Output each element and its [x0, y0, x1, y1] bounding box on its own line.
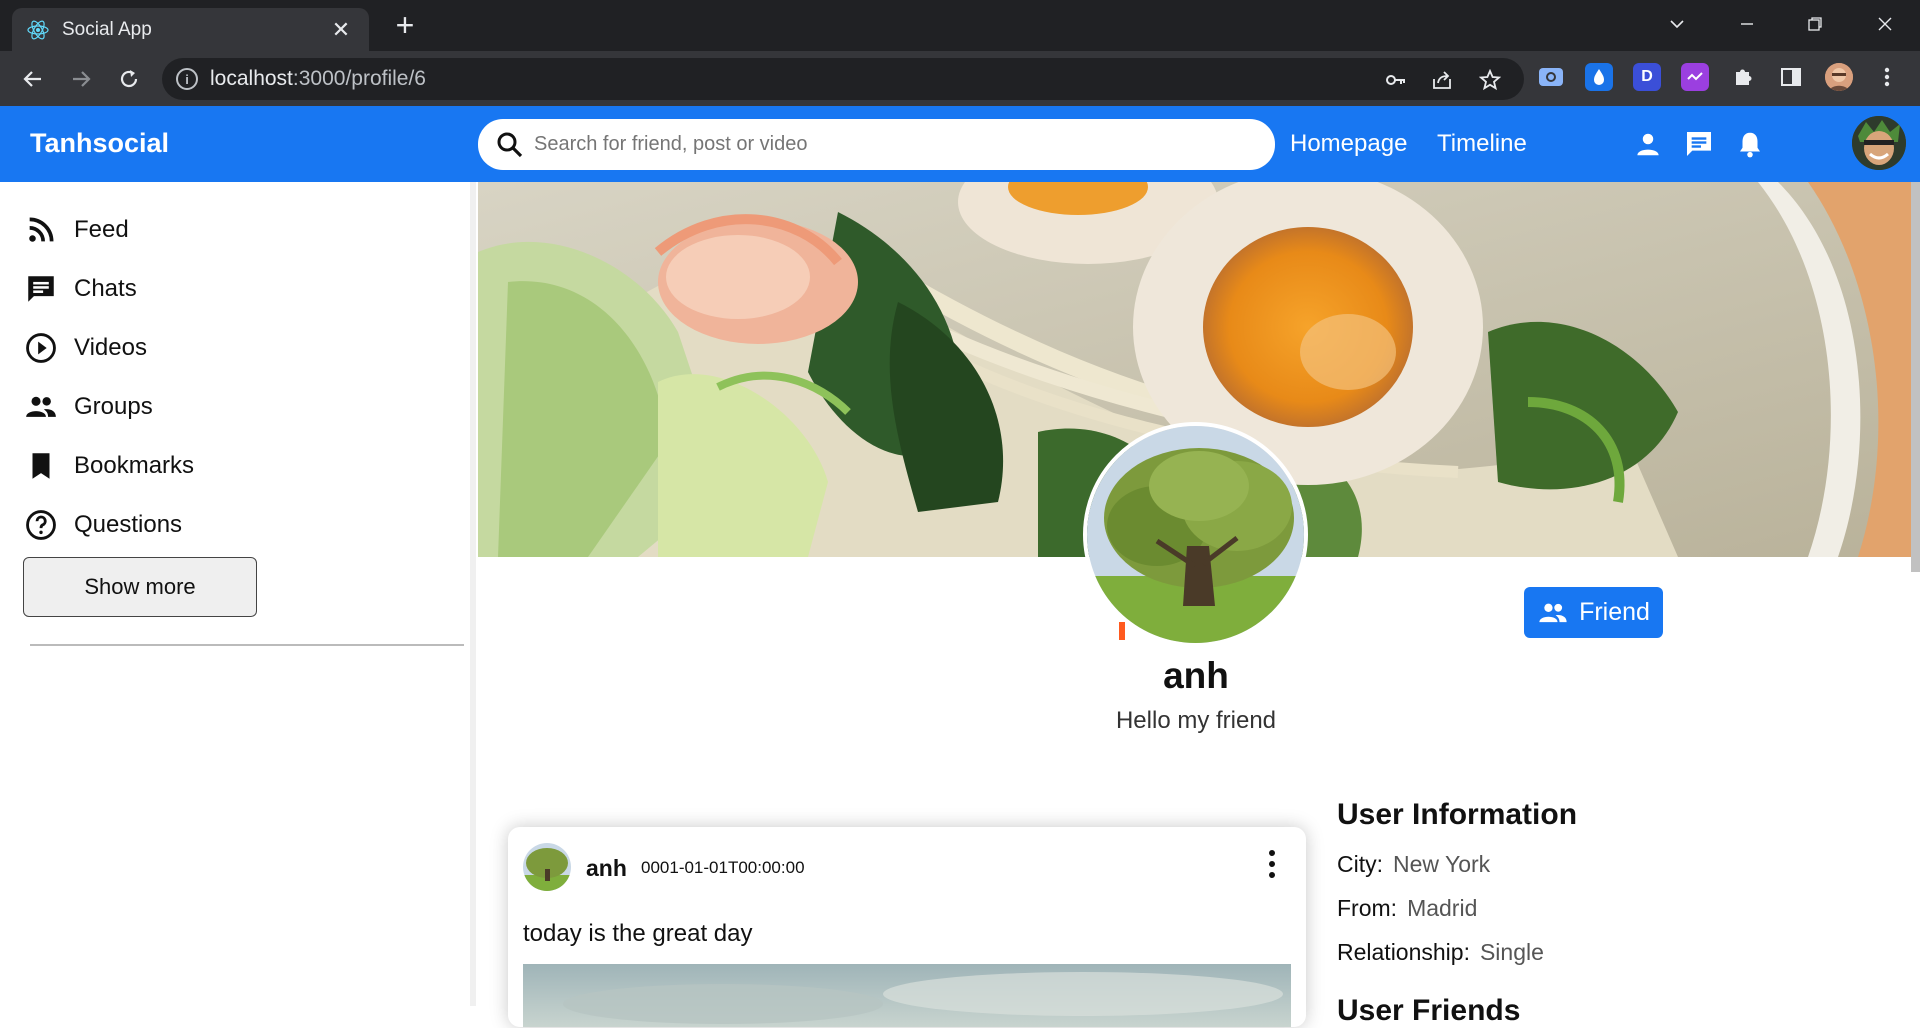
- play-circle-icon: [26, 332, 56, 363]
- user-info-relationship: Relationship: Single: [1337, 939, 1544, 965]
- tab-title: Social App: [62, 18, 152, 40]
- user-friends-title: User Friends: [1337, 994, 1521, 1027]
- sidebar-item-groups[interactable]: Groups: [0, 377, 470, 436]
- address-bar[interactable]: i localhost:3000/profile/6: [162, 58, 1524, 100]
- group-icon: [1539, 603, 1567, 622]
- show-more-button[interactable]: Show more: [23, 557, 257, 617]
- forward-icon[interactable]: [64, 63, 98, 95]
- link-extension-icon[interactable]: [1681, 63, 1709, 91]
- drop-extension-icon[interactable]: [1585, 63, 1613, 91]
- friend-button[interactable]: Friend: [1524, 587, 1663, 638]
- profile-picture[interactable]: [1083, 422, 1308, 647]
- chat-icon[interactable]: [1681, 126, 1717, 162]
- browser-tab-bar: Social App ✕ +: [0, 0, 1920, 51]
- key-icon[interactable]: [1384, 68, 1408, 92]
- reload-icon[interactable]: [112, 63, 146, 95]
- user-info-title: User Information: [1337, 798, 1578, 831]
- sidebar-item-videos[interactable]: Videos: [0, 318, 470, 377]
- screen-capture-extension-icon[interactable]: [1537, 63, 1565, 91]
- browser-menu-icon[interactable]: [1873, 63, 1901, 91]
- homepage-link[interactable]: Homepage: [1290, 130, 1407, 158]
- tab-search-icon[interactable]: [1652, 8, 1702, 40]
- bookmark-star-icon[interactable]: [1478, 68, 1502, 92]
- minimize-icon[interactable]: [1722, 8, 1772, 40]
- profile-description: Hello my friend: [1115, 707, 1277, 734]
- timeline-link[interactable]: Timeline: [1437, 130, 1527, 158]
- sidebar-item-label: Chats: [74, 274, 137, 302]
- sidebar: Feed Chats Videos Groups Bookmarks Quest…: [0, 182, 476, 1006]
- sidebar-item-label: Bookmarks: [74, 451, 195, 479]
- group-icon: [26, 396, 56, 417]
- person-icon[interactable]: [1630, 126, 1666, 162]
- url-text: localhost:3000/profile/6: [210, 67, 426, 90]
- search-icon: [497, 132, 523, 157]
- notifications-icon[interactable]: [1732, 126, 1768, 162]
- sidebar-item-label: Groups: [74, 392, 153, 420]
- sidebar-item-questions[interactable]: Questions: [0, 495, 470, 554]
- close-window-icon[interactable]: [1860, 8, 1910, 40]
- new-tab-button[interactable]: +: [390, 9, 420, 41]
- d-extension-icon[interactable]: D: [1633, 63, 1661, 91]
- rss-feed-icon: [29, 217, 54, 242]
- browser-tab[interactable]: Social App ✕: [12, 8, 369, 51]
- bookmark-icon: [32, 452, 50, 479]
- site-info-icon[interactable]: i: [176, 68, 198, 90]
- user-info-city: City: New York: [1337, 851, 1491, 877]
- sidebar-item-bookmarks[interactable]: Bookmarks: [0, 436, 470, 495]
- browser-profile-avatar[interactable]: [1825, 63, 1853, 91]
- sidebar-item-label: Questions: [74, 510, 183, 538]
- react-logo-icon: [27, 20, 49, 39]
- app-header: Tanhsocial Homepage Timeline: [0, 106, 1920, 182]
- search-input[interactable]: [532, 132, 1232, 157]
- sidebar-item-label: Feed: [74, 215, 129, 243]
- more-options-icon[interactable]: [1260, 847, 1284, 881]
- page-scrollbar[interactable]: [1911, 182, 1920, 572]
- sidebar-item-feed[interactable]: Feed: [0, 200, 470, 259]
- side-panel-icon[interactable]: [1777, 63, 1805, 91]
- share-icon[interactable]: [1430, 68, 1454, 92]
- extensions-puzzle-icon[interactable]: [1729, 63, 1757, 91]
- post-date: 0001-01-01T00:00:00: [641, 858, 805, 877]
- user-info-from: From: Madrid: [1337, 895, 1478, 921]
- header-avatar[interactable]: [1852, 116, 1906, 170]
- restore-icon[interactable]: [1790, 8, 1840, 40]
- sidebar-divider: [30, 644, 464, 646]
- back-icon[interactable]: [16, 63, 50, 95]
- status-marker: [1119, 622, 1125, 640]
- friend-button-label: Friend: [1579, 598, 1650, 626]
- sidebar-item-label: Videos: [74, 333, 147, 361]
- browser-toolbar: i localhost:3000/profile/6 D: [0, 51, 1920, 106]
- post-avatar[interactable]: [523, 843, 571, 891]
- profile-name: anh: [1163, 655, 1229, 696]
- chat-icon: [28, 275, 54, 302]
- post-text: today is the great day: [523, 920, 753, 947]
- tab-close-icon[interactable]: ✕: [327, 16, 355, 44]
- sidebar-item-chats[interactable]: Chats: [0, 259, 470, 318]
- search-bar[interactable]: [478, 119, 1275, 170]
- post-card: anh 0001-01-01T00:00:00 today is the gre…: [508, 827, 1306, 1027]
- post-username[interactable]: anh: [586, 855, 627, 882]
- app-logo[interactable]: Tanhsocial: [30, 128, 169, 159]
- help-circle-icon: [26, 509, 56, 540]
- post-image[interactable]: [523, 964, 1291, 1027]
